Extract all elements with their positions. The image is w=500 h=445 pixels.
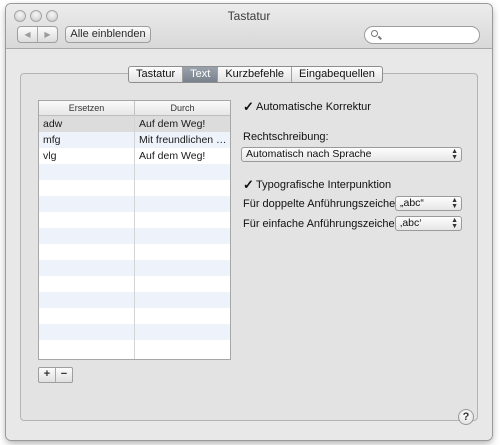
table-cell-with: Auf dem Weg! bbox=[139, 150, 206, 162]
tab-kurzbefehle[interactable]: Kurzbefehle bbox=[217, 67, 291, 82]
updown-arrows-icon: ▲ ▼ bbox=[451, 148, 458, 161]
forward-arrow-icon[interactable]: ▶ bbox=[38, 27, 57, 42]
double-quotes-value: „abc“ bbox=[400, 197, 424, 209]
back-forward-control: ◀ ▶ bbox=[17, 26, 58, 43]
preferences-content: Tastatur Text Kurzbefehle Eingabequellen… bbox=[6, 49, 492, 440]
add-button[interactable]: + bbox=[39, 368, 56, 382]
table-cell-replace: vlg bbox=[43, 150, 57, 162]
single-quotes-value: ‚abc‘ bbox=[400, 217, 422, 229]
typographic-punctuation-label[interactable]: Typografische Interpunktion bbox=[256, 179, 391, 191]
table-header: Ersetzen Durch bbox=[39, 101, 230, 116]
replacement-table[interactable]: Ersetzen Durch adw Auf dem Weg! mfg Mit … bbox=[38, 100, 231, 360]
search-input[interactable] bbox=[383, 28, 477, 44]
show-all-button[interactable]: Alle einblenden bbox=[65, 26, 151, 43]
table-cell-replace: mfg bbox=[43, 134, 61, 146]
auto-correct-label[interactable]: Automatische Korrektur bbox=[256, 101, 371, 113]
double-quotes-label: Für doppelte Anführungszeichen bbox=[243, 198, 402, 210]
tab-text[interactable]: Text bbox=[182, 67, 218, 82]
auto-correct-checkbox[interactable]: ✓ bbox=[243, 100, 254, 113]
search-icon bbox=[371, 30, 378, 37]
help-button[interactable]: ? bbox=[458, 409, 474, 425]
preferences-window: Tastatur ◀ ▶ Alle einblenden Tastatur Te… bbox=[6, 4, 492, 440]
tab-eingabequellen[interactable]: Eingabequellen bbox=[291, 67, 382, 82]
updown-arrows-icon: ▲ ▼ bbox=[451, 217, 458, 230]
spelling-value: Automatisch nach Sprache bbox=[246, 148, 372, 160]
column-header-replace[interactable]: Ersetzen bbox=[39, 101, 135, 115]
table-cell-replace: adw bbox=[43, 118, 63, 130]
column-header-with[interactable]: Durch bbox=[135, 101, 230, 115]
double-quotes-popup[interactable]: „abc“ ▲ ▼ bbox=[395, 196, 462, 211]
single-quotes-popup[interactable]: ‚abc‘ ▲ ▼ bbox=[395, 216, 462, 231]
window-title: Tastatur bbox=[227, 9, 271, 23]
typographic-punctuation-checkbox[interactable]: ✓ bbox=[243, 178, 254, 191]
updown-arrows-icon: ▲ ▼ bbox=[451, 197, 458, 210]
tab-bar: Tastatur Text Kurzbefehle Eingabequellen bbox=[128, 66, 383, 83]
add-remove-control: + − bbox=[38, 367, 73, 383]
title-bar: Tastatur ◀ ▶ Alle einblenden bbox=[6, 4, 492, 49]
table-cell-with: Mit freundlichen Grüßen bbox=[139, 134, 230, 146]
tab-tastatur[interactable]: Tastatur bbox=[129, 67, 182, 82]
search-field[interactable] bbox=[364, 26, 480, 44]
column-divider bbox=[134, 115, 135, 359]
spelling-popup[interactable]: Automatisch nach Sprache ▲ ▼ bbox=[241, 147, 462, 162]
single-quotes-label: Für einfache Anführungszeichen bbox=[243, 218, 401, 230]
spelling-label: Rechtschreibung: bbox=[243, 131, 329, 143]
remove-button[interactable]: − bbox=[56, 368, 72, 382]
table-cell-with: Auf dem Weg! bbox=[139, 118, 206, 130]
back-arrow-icon[interactable]: ◀ bbox=[18, 27, 38, 42]
